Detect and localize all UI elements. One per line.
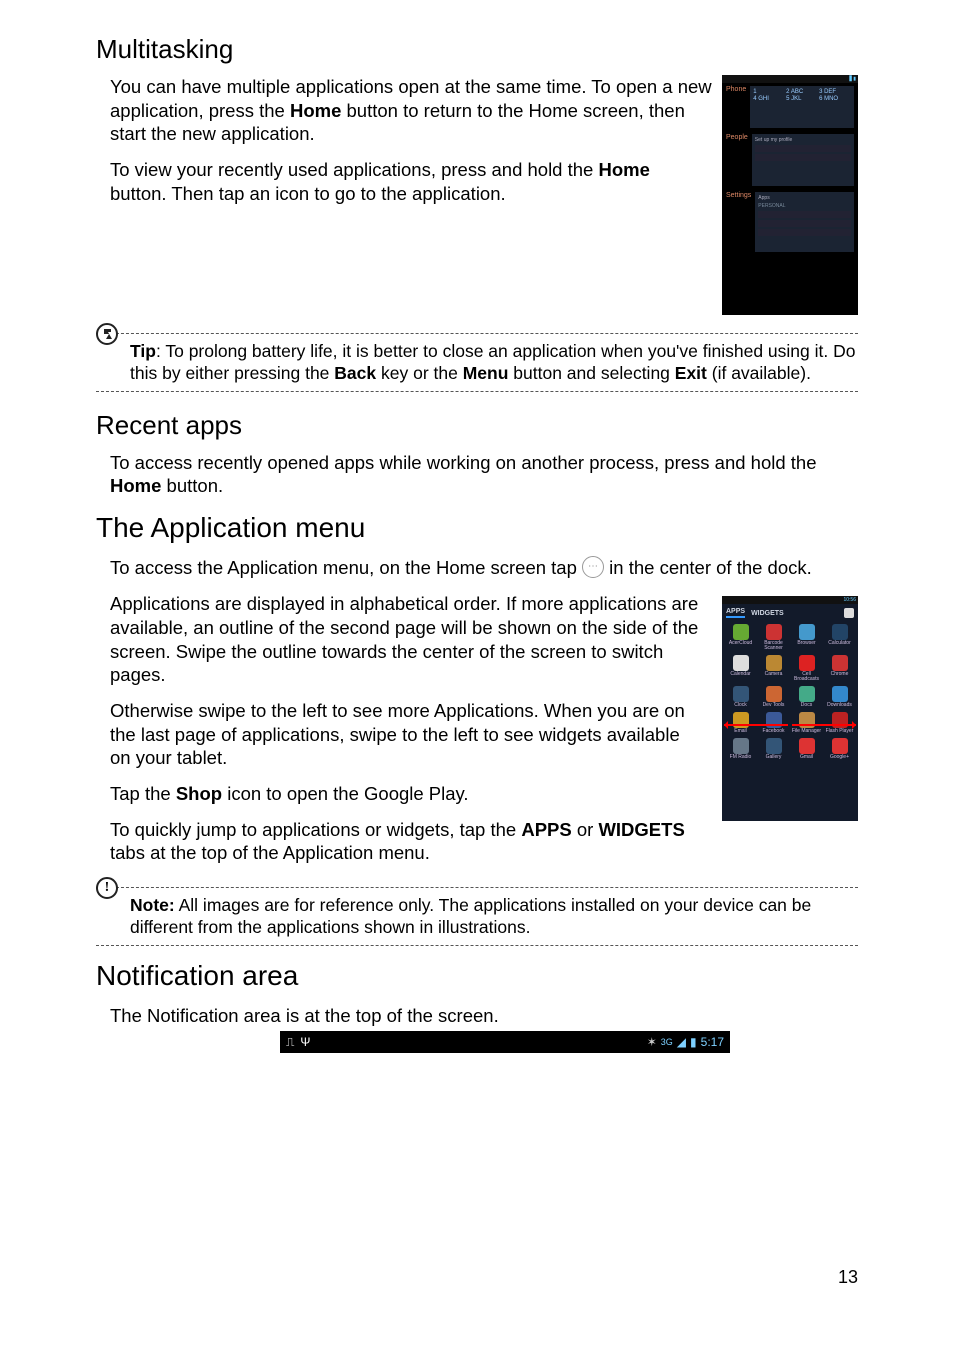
swipe-left-arrow <box>724 724 788 726</box>
shop-icon <box>844 608 854 618</box>
usb-icon: ⎍ <box>286 1035 294 1050</box>
tip-callout: Tip: To prolong battery life, it is bett… <box>96 333 858 392</box>
appmenu-para-3: Otherwise swipe to the left to see more … <box>110 699 700 770</box>
text-bold-menu: Menu <box>463 363 509 383</box>
appmenu-para-1: To access the Application menu, on the H… <box>110 556 858 580</box>
text: All images are for reference only. The a… <box>130 895 811 937</box>
keypad-5: 5 JKL <box>786 96 818 102</box>
text: in the center of the dock. <box>604 557 812 578</box>
text: Tap the <box>110 783 176 804</box>
thumb-label-phone: Phone <box>726 86 746 93</box>
status-bar-time: 5:17 <box>701 1035 724 1050</box>
text-bold-home: Home <box>598 159 649 180</box>
thumb-app-chrome: Chrome <box>823 653 856 684</box>
thumb-app-calendar: Calendar <box>724 653 757 684</box>
keypad-4: 4 GHI <box>753 96 785 102</box>
text: To view your recently used applications,… <box>110 159 598 180</box>
thumb-app-browser: Browser <box>790 622 823 653</box>
thumb-app-gmail: Gmail <box>790 736 823 762</box>
apps-grid-icon: ⋯ <box>582 556 604 578</box>
text: button. <box>161 475 223 496</box>
thumb-app-fm-radio: FM Radio <box>724 736 757 762</box>
screenshot-app-menu: 10:56 APPS WIDGETS AcerCloudBarcode Scan… <box>722 596 858 821</box>
text-bold-apps: APPS <box>521 819 571 840</box>
thumb-app-downloads: Downloads <box>823 684 856 710</box>
connection-icon: Ψ <box>300 1035 310 1050</box>
thumb-app-gallery: Gallery <box>757 736 790 762</box>
heading-recent-apps: Recent apps <box>96 410 858 441</box>
page-number: 13 <box>838 1267 858 1288</box>
heading-notification-area: Notification area <box>96 960 858 992</box>
thumb-app-file-manager: File Manager <box>790 710 823 736</box>
keypad-6: 6 MNO <box>819 96 851 102</box>
thumb-app-docs: Docs <box>790 684 823 710</box>
thumb-label-settings: Settings <box>726 192 751 199</box>
thumb-app-camera: Camera <box>757 653 790 684</box>
battery-icon: ▮ <box>690 1035 697 1050</box>
text-bold-shop: Shop <box>176 783 222 804</box>
text-bold-home: Home <box>110 475 161 496</box>
thumb-app-acercloud: AcerCloud <box>724 622 757 653</box>
thumb-app-barcode-scanner: Barcode Scanner <box>757 622 790 653</box>
thumb-label-people: People <box>726 134 748 141</box>
note-label: Note: <box>130 895 175 915</box>
keypad-3: 3 DEF <box>819 89 851 95</box>
thumb-tab-apps: APPS <box>726 608 745 618</box>
appmenu-para-5: To quickly jump to applications or widge… <box>110 818 700 865</box>
text-bold-exit: Exit <box>675 363 707 383</box>
note-callout: ! Note: All images are for reference onl… <box>96 887 858 946</box>
thumb-app-email: Email <box>724 710 757 736</box>
appmenu-para-4: Tap the Shop icon to open the Google Pla… <box>110 782 700 806</box>
thumb-tab-widgets: WIDGETS <box>751 610 784 617</box>
thumb-app-cell-broadcasts: Cell Broadcasts <box>790 653 823 684</box>
wifi-off-icon: ✶ <box>647 1035 657 1050</box>
appmenu-para-2: Applications are displayed in alphabetic… <box>110 592 700 687</box>
notification-para: The Notification area is at the top of t… <box>110 1004 858 1028</box>
thumb-app-google+: Google+ <box>823 736 856 762</box>
text: button and selecting <box>508 363 674 383</box>
heading-multitasking: Multitasking <box>96 34 858 65</box>
thumb-app-clock: Clock <box>724 684 757 710</box>
keypad-1: 1 <box>753 89 785 95</box>
status-bar-screenshot: ⎍ Ψ ✶ 3G ◢ ▮ 5:17 <box>280 1031 730 1053</box>
text: To access the Application menu, on the H… <box>110 557 582 578</box>
recent-apps-para: To access recently opened apps while wor… <box>110 451 858 498</box>
heading-application-menu: The Application menu <box>96 512 858 544</box>
text: tabs at the top of the Application menu. <box>110 842 430 863</box>
signal-3g-label: 3G <box>661 1037 673 1049</box>
screenshot-recent-apps: ▋▮ Phone 1 2 ABC 3 DEF 4 GHI 5 JKL 6 MNO… <box>722 75 858 315</box>
text: To quickly jump to applications or widge… <box>110 819 521 840</box>
thumb-app-facebook: Facebook <box>757 710 790 736</box>
thumb-app-calculator: Calculator <box>823 622 856 653</box>
tip-icon <box>96 323 118 345</box>
signal-bars-icon: ◢ <box>677 1035 686 1050</box>
keypad-2: 2 ABC <box>786 89 818 95</box>
multitasking-para-2: To view your recently used applications,… <box>110 158 650 205</box>
tip-label: Tip <box>130 341 156 361</box>
text-bold-back: Back <box>334 363 376 383</box>
text: button. Then tap an icon to go to the ap… <box>110 183 506 204</box>
text: or <box>572 819 599 840</box>
swipe-right-arrow <box>792 724 856 726</box>
text: icon to open the Google Play. <box>222 783 469 804</box>
note-icon: ! <box>96 877 118 899</box>
text: To access recently opened apps while wor… <box>110 452 817 473</box>
text: (if available). <box>707 363 811 383</box>
text-bold-home: Home <box>290 100 341 121</box>
text-bold-widgets: WIDGETS <box>598 819 684 840</box>
thumb-app-dev-tools: Dev Tools <box>757 684 790 710</box>
thumb-clock: 10:56 <box>843 597 856 603</box>
text: key or the <box>376 363 463 383</box>
